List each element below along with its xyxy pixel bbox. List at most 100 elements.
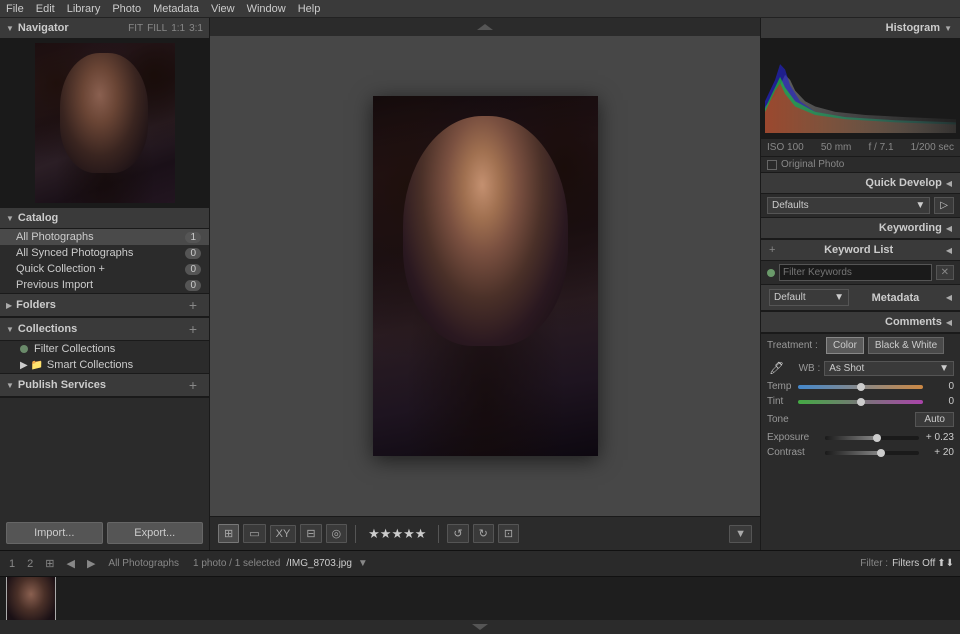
more-options-button[interactable]: ▼ bbox=[729, 525, 752, 543]
collections-add-button[interactable]: + bbox=[189, 322, 203, 336]
keyword-filter-clear[interactable]: ✕ bbox=[936, 265, 954, 280]
auto-button[interactable]: Auto bbox=[915, 412, 954, 427]
menu-library[interactable]: Library bbox=[67, 3, 101, 15]
exposure-fill bbox=[825, 436, 877, 440]
exposure-track[interactable] bbox=[825, 436, 919, 440]
menu-photo[interactable]: Photo bbox=[112, 3, 141, 15]
original-photo-checkbox[interactable] bbox=[767, 160, 777, 170]
preset-apply-button[interactable]: ▷ bbox=[934, 197, 954, 214]
temp-thumb[interactable] bbox=[857, 383, 865, 391]
keyword-list-title: Keyword List bbox=[824, 244, 893, 256]
wb-dropdown[interactable]: As Shot ▼ bbox=[824, 361, 954, 376]
catalog-all-synced-count: 0 bbox=[185, 248, 201, 259]
nav-1to1[interactable]: 1:1 bbox=[171, 23, 185, 34]
menu-window[interactable]: Window bbox=[247, 3, 286, 15]
catalog-header[interactable]: ▼ Catalog bbox=[0, 208, 209, 229]
histogram-header[interactable]: Histogram ▼ bbox=[761, 18, 960, 39]
navigator-header[interactable]: ▼ Navigator FIT FILL 1:1 3:1 bbox=[0, 18, 209, 39]
catalog-all-photographs[interactable]: All Photographs 1 bbox=[0, 229, 209, 245]
filter-collections-dot bbox=[20, 345, 28, 353]
menu-file[interactable]: File bbox=[6, 3, 24, 15]
filmstrip-grid-button[interactable]: ⊞ bbox=[42, 556, 57, 571]
catalog-quick-collection[interactable]: Quick Collection + 0 bbox=[0, 261, 209, 277]
filter-collections-item[interactable]: Filter Collections bbox=[0, 341, 209, 357]
smart-collections-item[interactable]: ▶ 📁 Smart Collections bbox=[0, 357, 209, 373]
filter-dropdown[interactable]: Filters Off ⬆⬇ bbox=[892, 558, 954, 569]
nav-fill[interactable]: FILL bbox=[147, 23, 167, 34]
tint-label: Tint bbox=[767, 396, 795, 407]
keyword-list-section: + Keyword List ◀ ✕ bbox=[761, 240, 960, 285]
publish-services-add-button[interactable]: + bbox=[189, 378, 203, 392]
metadata-preset-dropdown[interactable]: Default ▼ bbox=[769, 289, 849, 306]
folders-header[interactable]: ▶ Folders + bbox=[0, 294, 209, 317]
comments-header[interactable]: Comments ◀ bbox=[761, 312, 960, 333]
main-photo bbox=[373, 96, 598, 456]
left-panel-buttons: Import... Export... bbox=[0, 516, 209, 550]
filmstrip-view1-button[interactable]: 1 bbox=[6, 557, 18, 571]
smart-collections-label: Smart Collections bbox=[47, 359, 133, 371]
loupe-view-button[interactable]: ▭ bbox=[243, 524, 265, 543]
folders-add-button[interactable]: + bbox=[189, 298, 203, 312]
catalog-previous-import[interactable]: Previous Import 0 bbox=[0, 277, 209, 293]
filmstrip-filename-arrow[interactable]: ▼ bbox=[358, 558, 368, 569]
contrast-fill bbox=[825, 451, 881, 455]
filmstrip-path: All Photographs bbox=[108, 558, 179, 569]
exposure-thumb[interactable] bbox=[873, 434, 881, 442]
catalog-all-synced-label: All Synced Photographs bbox=[16, 247, 185, 259]
export-button[interactable]: Export... bbox=[107, 522, 204, 544]
histogram-triangle: ▼ bbox=[944, 24, 952, 33]
keywording-header[interactable]: Keywording ◀ bbox=[761, 218, 960, 239]
quick-develop-title: Quick Develop bbox=[865, 177, 941, 189]
navigator-title: Navigator bbox=[18, 22, 128, 34]
keyword-filter-input[interactable] bbox=[779, 264, 932, 281]
star-rating[interactable]: ★★★★★ bbox=[368, 526, 426, 542]
menu-help[interactable]: Help bbox=[298, 3, 321, 15]
bw-button[interactable]: Black & White bbox=[868, 337, 944, 354]
filmstrip-back-button[interactable]: ◀ bbox=[63, 556, 77, 571]
collections-header[interactable]: ▼ Collections + bbox=[0, 318, 209, 341]
temp-value: 0 bbox=[926, 381, 954, 392]
rotate-left-button[interactable]: ↺ bbox=[447, 524, 468, 543]
contrast-thumb[interactable] bbox=[877, 449, 885, 457]
tint-thumb[interactable] bbox=[857, 398, 865, 406]
contrast-track[interactable] bbox=[825, 451, 919, 455]
import-button[interactable]: Import... bbox=[6, 522, 103, 544]
develop-view-button[interactable]: ◎ bbox=[326, 524, 348, 543]
menu-edit[interactable]: Edit bbox=[36, 3, 55, 15]
tone-row: Tone Auto bbox=[761, 409, 960, 430]
metadata-section: Default ▼ Metadata ◀ bbox=[761, 285, 960, 312]
color-button[interactable]: Color bbox=[826, 337, 864, 354]
top-arrow-icon bbox=[477, 24, 493, 30]
filter-row: Filter : Filters Off ⬆⬇ bbox=[860, 558, 954, 569]
filter-collections-label: Filter Collections bbox=[34, 343, 115, 355]
publish-services-header[interactable]: ▼ Publish Services + bbox=[0, 374, 209, 397]
metadata-header[interactable]: Default ▼ Metadata ◀ bbox=[761, 285, 960, 311]
crop-button[interactable]: ⊡ bbox=[498, 524, 519, 543]
filmstrip-view2-button[interactable]: 2 bbox=[24, 557, 36, 571]
nav-fit[interactable]: FIT bbox=[128, 23, 143, 34]
preset-dropdown[interactable]: Defaults ▼ bbox=[767, 197, 930, 214]
tint-track[interactable] bbox=[798, 400, 923, 404]
temp-track[interactable] bbox=[798, 385, 923, 389]
toolbar-bottom: ⊞ ▭ XY ⊟ ◎ ★★★★★ ↺ ↻ ⊡ ▼ bbox=[210, 516, 760, 550]
filmstrip-forward-button[interactable]: ▶ bbox=[84, 556, 98, 571]
quick-develop-header[interactable]: Quick Develop ◀ bbox=[761, 173, 960, 194]
quick-develop-preset-row: Defaults ▼ ▷ bbox=[761, 194, 960, 217]
hair-overlay bbox=[35, 43, 175, 203]
bottom-arrow-icon bbox=[472, 624, 488, 630]
catalog-all-synced[interactable]: All Synced Photographs 0 bbox=[0, 245, 209, 261]
keyword-list-header[interactable]: + Keyword List ◀ bbox=[761, 240, 960, 261]
nav-3to1[interactable]: 3:1 bbox=[189, 23, 203, 34]
menu-metadata[interactable]: Metadata bbox=[153, 3, 199, 15]
survey-view-button[interactable]: ⊟ bbox=[300, 524, 321, 543]
folders-title: Folders bbox=[16, 299, 189, 311]
menu-view[interactable]: View bbox=[211, 3, 235, 15]
original-photo-label: Original Photo bbox=[781, 159, 844, 170]
compare-view-button[interactable]: XY bbox=[270, 525, 297, 543]
grid-view-button[interactable]: ⊞ bbox=[218, 524, 239, 543]
filmstrip-controls: 1 2 ⊞ ◀ ▶ All Photographs 1 photo / 1 se… bbox=[0, 551, 960, 577]
filmstrip-thumb-1[interactable] bbox=[6, 577, 56, 620]
rotate-right-button[interactable]: ↻ bbox=[473, 524, 494, 543]
eyedropper-icon[interactable]: 🖊 bbox=[767, 359, 786, 377]
keyword-list-add[interactable]: + bbox=[769, 244, 775, 256]
